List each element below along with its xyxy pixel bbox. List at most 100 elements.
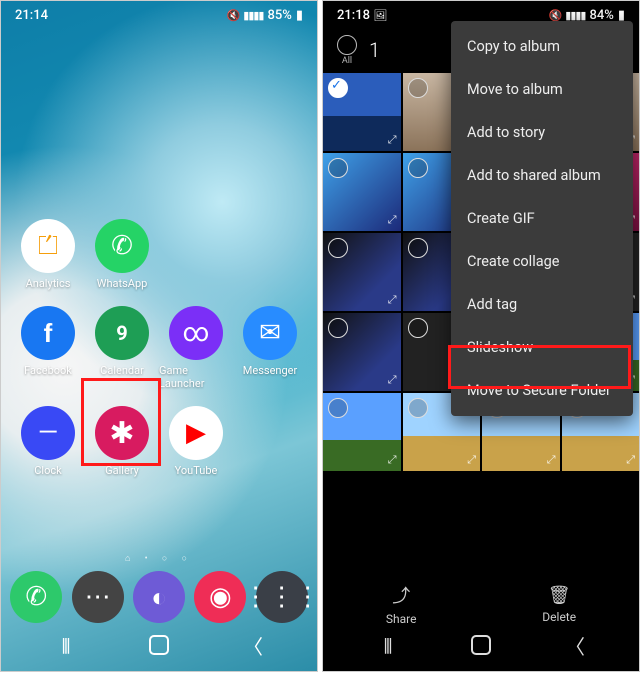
expand-icon: ⤢	[467, 453, 476, 467]
menu-item-add-to-story[interactable]: Add to story	[451, 111, 633, 154]
nav-home[interactable]	[129, 631, 189, 659]
youtube-icon: ▶	[169, 406, 223, 460]
app-label: Calendar	[100, 364, 144, 377]
photo-thumb[interactable]: ⤢	[323, 313, 401, 391]
share-icon: ⤴	[392, 582, 410, 608]
select-all-label: All	[342, 56, 352, 66]
expand-icon: ⤢	[388, 373, 397, 387]
nav-recents[interactable]: |||	[35, 631, 95, 659]
dock-camera[interactable]: ◉	[194, 571, 246, 623]
menu-item-create-gif[interactable]: Create GIF	[451, 197, 633, 240]
app-clock[interactable]: — Clock	[11, 406, 85, 477]
thumb-checkbox[interactable]	[408, 238, 428, 258]
menu-item-copy-to-album[interactable]: Copy to album	[451, 25, 633, 68]
app-label: Analytics	[26, 277, 71, 290]
calendar-icon: 9	[95, 306, 149, 360]
signal-icon: ▮▮▮▮	[243, 9, 263, 22]
status-extra-icon: 🖼	[373, 9, 387, 22]
whatsapp-icon: ✆	[95, 219, 149, 273]
nav-back[interactable]: 〈	[223, 631, 283, 659]
nav-bar: ||| 〈	[1, 625, 317, 665]
menu-item-add-tag[interactable]: Add tag	[451, 283, 633, 326]
app-messenger[interactable]: ✉Messenger	[233, 306, 307, 390]
nav-home[interactable]	[451, 631, 511, 659]
nav-bar: ||| 〈	[323, 625, 639, 665]
photo-thumb[interactable]: ⤢	[323, 153, 401, 231]
photo-thumb[interactable]: ⤢	[323, 73, 401, 151]
home-screen: 21:14 🔇 ▮▮▮▮ 85% ▮ ⏍ Analytics ✆ WhatsApp fF…	[0, 0, 318, 672]
analytics-icon: ⏍	[21, 219, 75, 273]
menu-item-create-collage[interactable]: Create collage	[451, 240, 633, 283]
thumb-checkbox[interactable]	[328, 398, 348, 418]
status-right: 🔇 ▮▮▮▮ 85% ▮	[227, 8, 303, 23]
dock: ✆⋯◐◉⋮⋮⋮	[1, 571, 317, 623]
photo-thumb[interactable]: ⤢	[323, 393, 401, 471]
delete-button[interactable]: 🗑 Delete	[542, 585, 576, 624]
app-facebook[interactable]: f Facebook	[11, 306, 85, 390]
gallery-icon: ✱	[95, 406, 149, 460]
app-gamelauncher[interactable]: ∞ Game Launcher	[159, 306, 233, 390]
page-indicator[interactable]: ⌂ • ○ ○	[1, 553, 317, 564]
app-gallery[interactable]: ✱ Gallery	[85, 406, 159, 477]
share-label: Share	[386, 612, 417, 626]
app-calendar[interactable]: 9 Calendar	[85, 306, 159, 390]
overflow-menu: Copy to albumMove to albumAdd to storyAd…	[451, 21, 633, 416]
status-time: 21:18	[337, 8, 370, 23]
thumb-checkbox[interactable]	[408, 318, 428, 338]
app-whatsapp[interactable]: ✆ WhatsApp	[85, 219, 159, 290]
dock-internet[interactable]: ◐	[133, 571, 185, 623]
battery-pct: 85%	[267, 8, 291, 23]
share-button[interactable]: ⤴ Share	[386, 582, 417, 626]
select-all-button[interactable]: All	[337, 35, 357, 66]
gallery-selection-screen: 21:18 🖼 🔇 ▮▮▮▮ 84% ▮ All 1 ⤢⤢⤢⤢⤢⤢⤢⤢⤢⤢⤢⤢⤢…	[322, 0, 640, 672]
expand-icon: ⤢	[547, 453, 556, 467]
app-empty	[233, 219, 307, 290]
expand-icon: ⤢	[388, 133, 397, 147]
dock-phone[interactable]: ✆	[10, 571, 62, 623]
app-label: Facebook	[24, 364, 72, 377]
app-analytics[interactable]: ⏍ Analytics	[11, 219, 85, 290]
nav-back[interactable]: 〈	[545, 631, 605, 659]
thumb-checkbox[interactable]	[328, 238, 348, 258]
app-label: Clock	[34, 464, 61, 477]
bottom-action-bar: ⤴ Share 🗑 Delete	[323, 579, 639, 629]
select-all-circle-icon	[337, 35, 357, 55]
app-empty	[159, 219, 233, 290]
signal-icon: ▮▮▮▮	[565, 9, 585, 22]
delete-label: Delete	[542, 610, 576, 624]
thumb-checkbox[interactable]	[328, 78, 348, 98]
app-label: Gallery	[105, 464, 139, 477]
status-time: 21:14	[15, 8, 48, 23]
menu-item-move-to-album[interactable]: Move to album	[451, 68, 633, 111]
app-label: YouTube	[175, 464, 218, 477]
thumb-checkbox[interactable]	[328, 158, 348, 178]
mute-icon: 🔇	[227, 9, 240, 22]
thumb-checkbox[interactable]	[408, 78, 428, 98]
status-bar: 21:14 🔇 ▮▮▮▮ 85% ▮	[1, 1, 317, 29]
app-youtube[interactable]: ▶ YouTube	[159, 406, 233, 477]
nav-recents[interactable]: |||	[357, 631, 417, 659]
dock-apps-drawer[interactable]: ⋮⋮⋮	[256, 571, 308, 623]
menu-item-add-to-shared-album[interactable]: Add to shared album	[451, 154, 633, 197]
clock-icon: —	[21, 406, 75, 460]
battery-icon: ▮	[296, 8, 303, 23]
thumb-checkbox[interactable]	[408, 158, 428, 178]
photo-thumb[interactable]: ⤢	[323, 233, 401, 311]
app-label: WhatsApp	[97, 277, 148, 290]
dock-messages[interactable]: ⋯	[72, 571, 124, 623]
facebook-icon: f	[21, 306, 75, 360]
gamelauncher-icon: ∞	[169, 306, 223, 360]
thumb-checkbox[interactable]	[328, 318, 348, 338]
app-grid: ⏍ Analytics ✆ WhatsApp f Facebook 9 Calendar ∞ Ga…	[1, 219, 317, 477]
selection-count: 1	[369, 38, 380, 62]
thumb-checkbox[interactable]	[408, 398, 428, 418]
expand-icon: ⤢	[626, 453, 635, 467]
menu-item-slideshow[interactable]: Slideshow	[451, 326, 633, 369]
expand-icon: ⤢	[388, 213, 397, 227]
app-label: Game Launcher	[159, 364, 233, 390]
expand-icon: ⤢	[388, 293, 397, 307]
expand-icon: ⤢	[388, 453, 397, 467]
mute-icon: 🔇	[549, 9, 562, 22]
app-empty	[233, 406, 307, 477]
menu-item-move-to-secure-folder[interactable]: Move to Secure Folder	[451, 369, 633, 412]
